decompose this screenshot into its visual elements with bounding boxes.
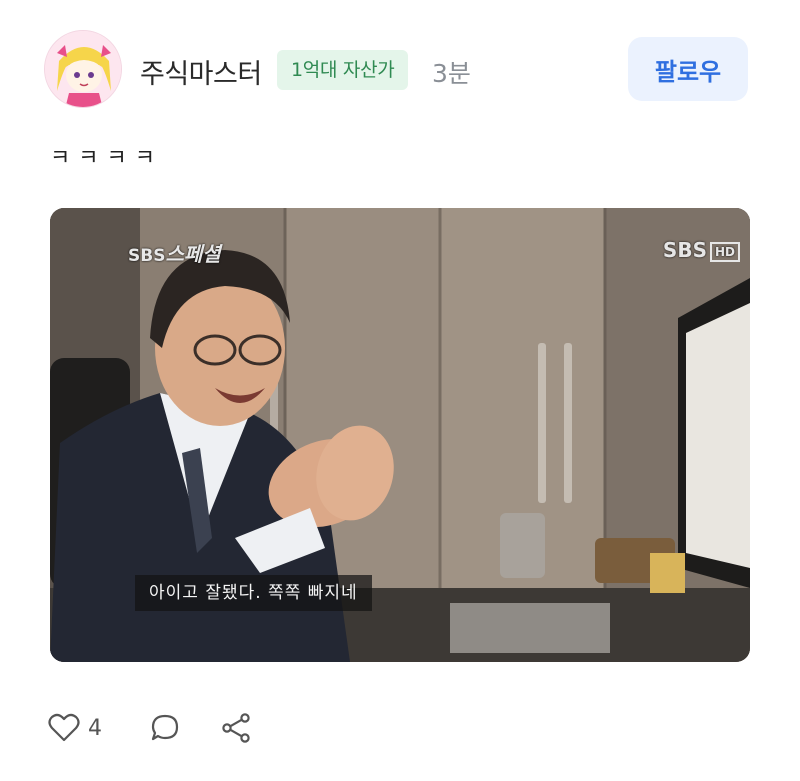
post-image[interactable]: SBS스페셜 SBS HD 아이고 잘됐다. 쪽쪽 빠지네 [50,208,750,662]
post-time: 3분 [432,59,471,88]
rank-badge: 1억대 자산가 [277,50,409,90]
sbs-hd-logo: SBS HD [663,238,740,262]
hd-badge: HD [709,241,740,262]
logo-right-main: SBS [662,238,707,262]
like-button[interactable]: 4 [48,708,102,748]
author-name[interactable]: 주식마스터 [140,52,262,91]
video-subtitle: 아이고 잘됐다. 쪽쪽 빠지네 [135,575,372,611]
logo-left-script: 스페셜 [165,242,221,266]
action-bar: 4 [48,708,348,748]
post-text: ㅋㅋㅋㅋ [50,146,163,171]
follow-button[interactable]: 팔로우 [628,37,748,101]
share-icon [220,712,252,744]
logo-left-main: SBS [128,246,166,266]
post-header: 주식마스터 1억대 자산가 3분 팔로우 [44,30,748,108]
heart-icon [48,713,80,743]
comment-button[interactable] [150,708,180,748]
avatar[interactable] [44,30,122,108]
share-button[interactable] [220,708,252,748]
sbs-special-logo: SBS스페셜 [128,238,221,267]
like-count: 4 [88,715,102,741]
comment-icon [150,713,180,743]
